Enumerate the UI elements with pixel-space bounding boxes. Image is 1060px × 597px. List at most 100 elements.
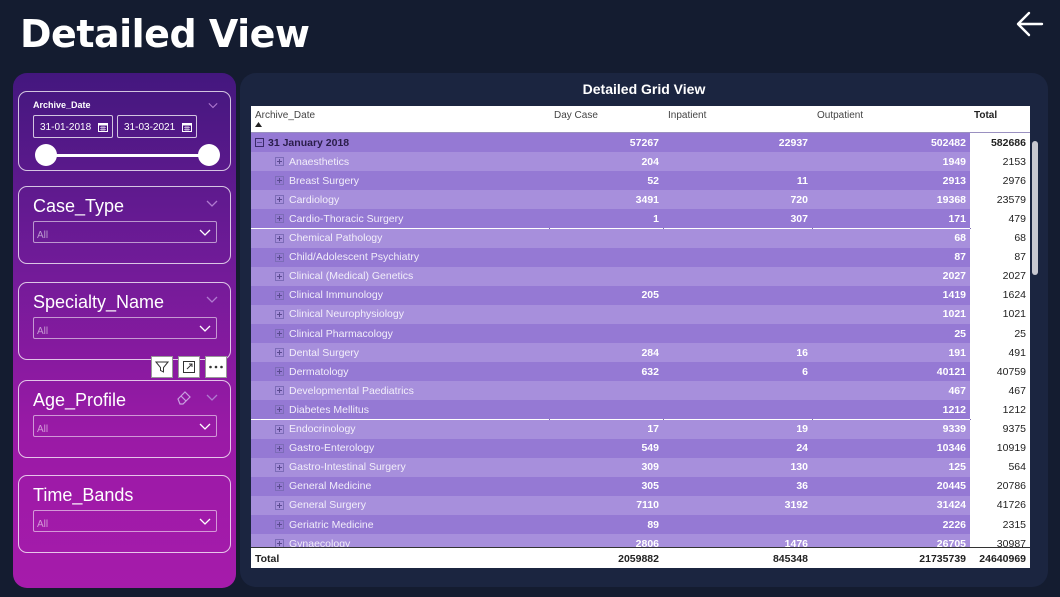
chevron-down-icon[interactable] — [206, 197, 218, 209]
table-row[interactable]: General Surgery 7110 3192 31424 41726 — [251, 495, 1030, 515]
cell-day-case — [549, 229, 663, 248]
more-options-button[interactable] — [205, 356, 227, 378]
table-row[interactable]: Clinical Pharmacology 25 25 — [251, 324, 1030, 344]
row-label: General Medicine — [289, 480, 372, 493]
cell-day-case — [549, 400, 663, 419]
cell-total: 2976 — [970, 171, 1030, 191]
cell-day-case — [549, 324, 663, 343]
grid-panel: Detailed Grid View Archive_Date Day Case… — [240, 73, 1048, 587]
table-row[interactable]: Gastro-Intestinal Surgery 309 130 125 564 — [251, 457, 1030, 477]
row-label: Diabetes Mellitus — [289, 403, 369, 416]
table-row[interactable]: Breast Surgery 52 11 2913 2976 — [251, 171, 1030, 191]
row-label: Breast Surgery — [289, 174, 360, 187]
cell-outpatient: 25 — [954, 327, 966, 340]
grid-title: Detailed Grid View — [582, 81, 706, 97]
cell-inpatient: 22937 — [778, 136, 808, 149]
table-row[interactable]: Endocrinology 17 19 9339 9375 — [251, 419, 1030, 439]
age-profile-value: All — [37, 424, 49, 435]
group-label: 31 January 2018 — [268, 136, 350, 149]
table-row[interactable]: Anaesthetics 204 1949 2153 — [251, 152, 1030, 172]
table-row[interactable]: Child/Adolescent Psychiatry 87 87 — [251, 247, 1030, 267]
group-row[interactable]: 31 January 2018 57267 22937 502482 58268… — [251, 133, 1030, 153]
column-header-inpatient[interactable]: Inpatient — [668, 110, 706, 121]
slider-end-handle[interactable] — [198, 144, 220, 166]
cell-total: 479 — [970, 209, 1030, 229]
filter-icon — [155, 361, 169, 373]
table-row[interactable]: Developmental Paediatrics 467 467 — [251, 381, 1030, 401]
time-bands-dropdown[interactable]: All — [33, 510, 217, 532]
table-row[interactable]: Dental Surgery 284 16 191 491 — [251, 343, 1030, 363]
row-label: Gastro-Enterology — [289, 442, 375, 455]
calendar-icon[interactable] — [98, 122, 108, 132]
table-row[interactable]: Dermatology 632 6 40121 40759 — [251, 362, 1030, 382]
chevron-down-icon[interactable] — [206, 293, 218, 305]
end-date-input[interactable]: 31-03-2021 — [117, 115, 197, 138]
column-header-outpatient[interactable]: Outpatient — [817, 110, 863, 121]
calendar-icon[interactable] — [182, 122, 192, 132]
start-date-input[interactable]: 31-01-2018 — [33, 115, 113, 138]
row-label: Clinical Immunology — [289, 289, 383, 302]
cell-inpatient — [663, 229, 812, 248]
age-profile-label: Age_Profile — [33, 390, 127, 410]
eraser-icon[interactable] — [175, 389, 193, 405]
total-outpatient: 21735739 — [919, 552, 966, 565]
focus-mode-button[interactable] — [178, 356, 200, 378]
table-row[interactable]: Cardiology 3491 720 19368 23579 — [251, 190, 1030, 210]
cell-total: 467 — [970, 381, 1030, 401]
specialty-name-label: Specialty_Name — [33, 292, 165, 312]
cell-outpatient: 1021 — [942, 308, 966, 321]
chevron-down-icon[interactable] — [208, 100, 218, 110]
chevron-down-icon[interactable] — [206, 391, 218, 403]
cell-total: 564 — [970, 457, 1030, 477]
table-row[interactable]: Clinical Neurophysiology 1021 1021 — [251, 304, 1030, 324]
table-row[interactable]: Geriatric Medicine 89 2226 2315 — [251, 515, 1030, 535]
table-row[interactable]: General Medicine 305 36 20445 20786 — [251, 476, 1030, 496]
cell-inpatient: 19 — [796, 423, 808, 436]
back-button[interactable] — [1014, 8, 1046, 40]
archive-date-label: Archive_Date — [33, 100, 91, 110]
table-row[interactable]: Cardio-Thoracic Surgery 1 307 171 479 — [251, 209, 1030, 229]
row-label: Gynaecology — [289, 537, 351, 547]
cell-outpatient: 1949 — [942, 155, 966, 168]
column-header-total[interactable]: Total — [974, 110, 997, 121]
chevron-down-icon — [199, 518, 211, 525]
table-row[interactable]: Gynaecology 2806 1476 26705 30987 — [251, 534, 1030, 547]
date-range-slider-track[interactable] — [45, 154, 210, 157]
table-row[interactable]: Diabetes Mellitus 1212 1212 — [251, 400, 1030, 420]
slider-start-handle[interactable] — [35, 144, 57, 166]
case-type-dropdown[interactable]: All — [33, 221, 217, 243]
age-profile-slicer: Age_Profile All — [18, 380, 231, 458]
filter-button[interactable] — [151, 356, 173, 378]
cell-total: 30987 — [970, 534, 1030, 547]
cell-inpatient — [663, 381, 812, 400]
cell-inpatient — [663, 267, 812, 286]
time-bands-label: Time_Bands — [33, 485, 134, 505]
cell-total: 25 — [970, 324, 1030, 344]
specialty-name-dropdown[interactable]: All — [33, 317, 217, 339]
cell-day-case: 549 — [641, 442, 659, 455]
row-label: General Surgery — [289, 499, 367, 512]
vertical-scrollbar[interactable] — [1032, 141, 1038, 275]
table-row[interactable]: Clinical (Medical) Genetics 2027 2027 — [251, 266, 1030, 286]
visual-header-toolbar — [151, 356, 227, 378]
cell-total: 10919 — [970, 438, 1030, 458]
age-profile-dropdown[interactable]: All — [33, 415, 217, 437]
chevron-down-icon — [199, 325, 211, 332]
specialty-name-value: All — [37, 326, 49, 337]
case-type-slicer: Case_Type All — [18, 186, 231, 264]
row-label: Clinical Neurophysiology — [289, 308, 404, 321]
specialty-name-slicer: Specialty_Name All — [18, 282, 231, 360]
cell-total: 1021 — [970, 304, 1030, 324]
cell-inpatient — [663, 286, 812, 305]
table-row[interactable]: Gastro-Enterology 549 24 10346 10919 — [251, 438, 1030, 458]
row-label: Dental Surgery — [289, 346, 360, 359]
page-title: Detailed View — [20, 12, 310, 56]
column-header-day-case[interactable]: Day Case — [554, 110, 598, 121]
start-date-value: 31-01-2018 — [40, 122, 92, 133]
table-row[interactable]: Chemical Pathology 68 68 — [251, 228, 1030, 248]
column-header-archive-date[interactable]: Archive_Date — [255, 110, 315, 121]
case-type-label: Case_Type — [33, 196, 125, 216]
cell-inpatient — [663, 400, 812, 419]
table-row[interactable]: Clinical Immunology 205 1419 1624 — [251, 285, 1030, 305]
cell-inpatient: 720 — [790, 193, 808, 206]
